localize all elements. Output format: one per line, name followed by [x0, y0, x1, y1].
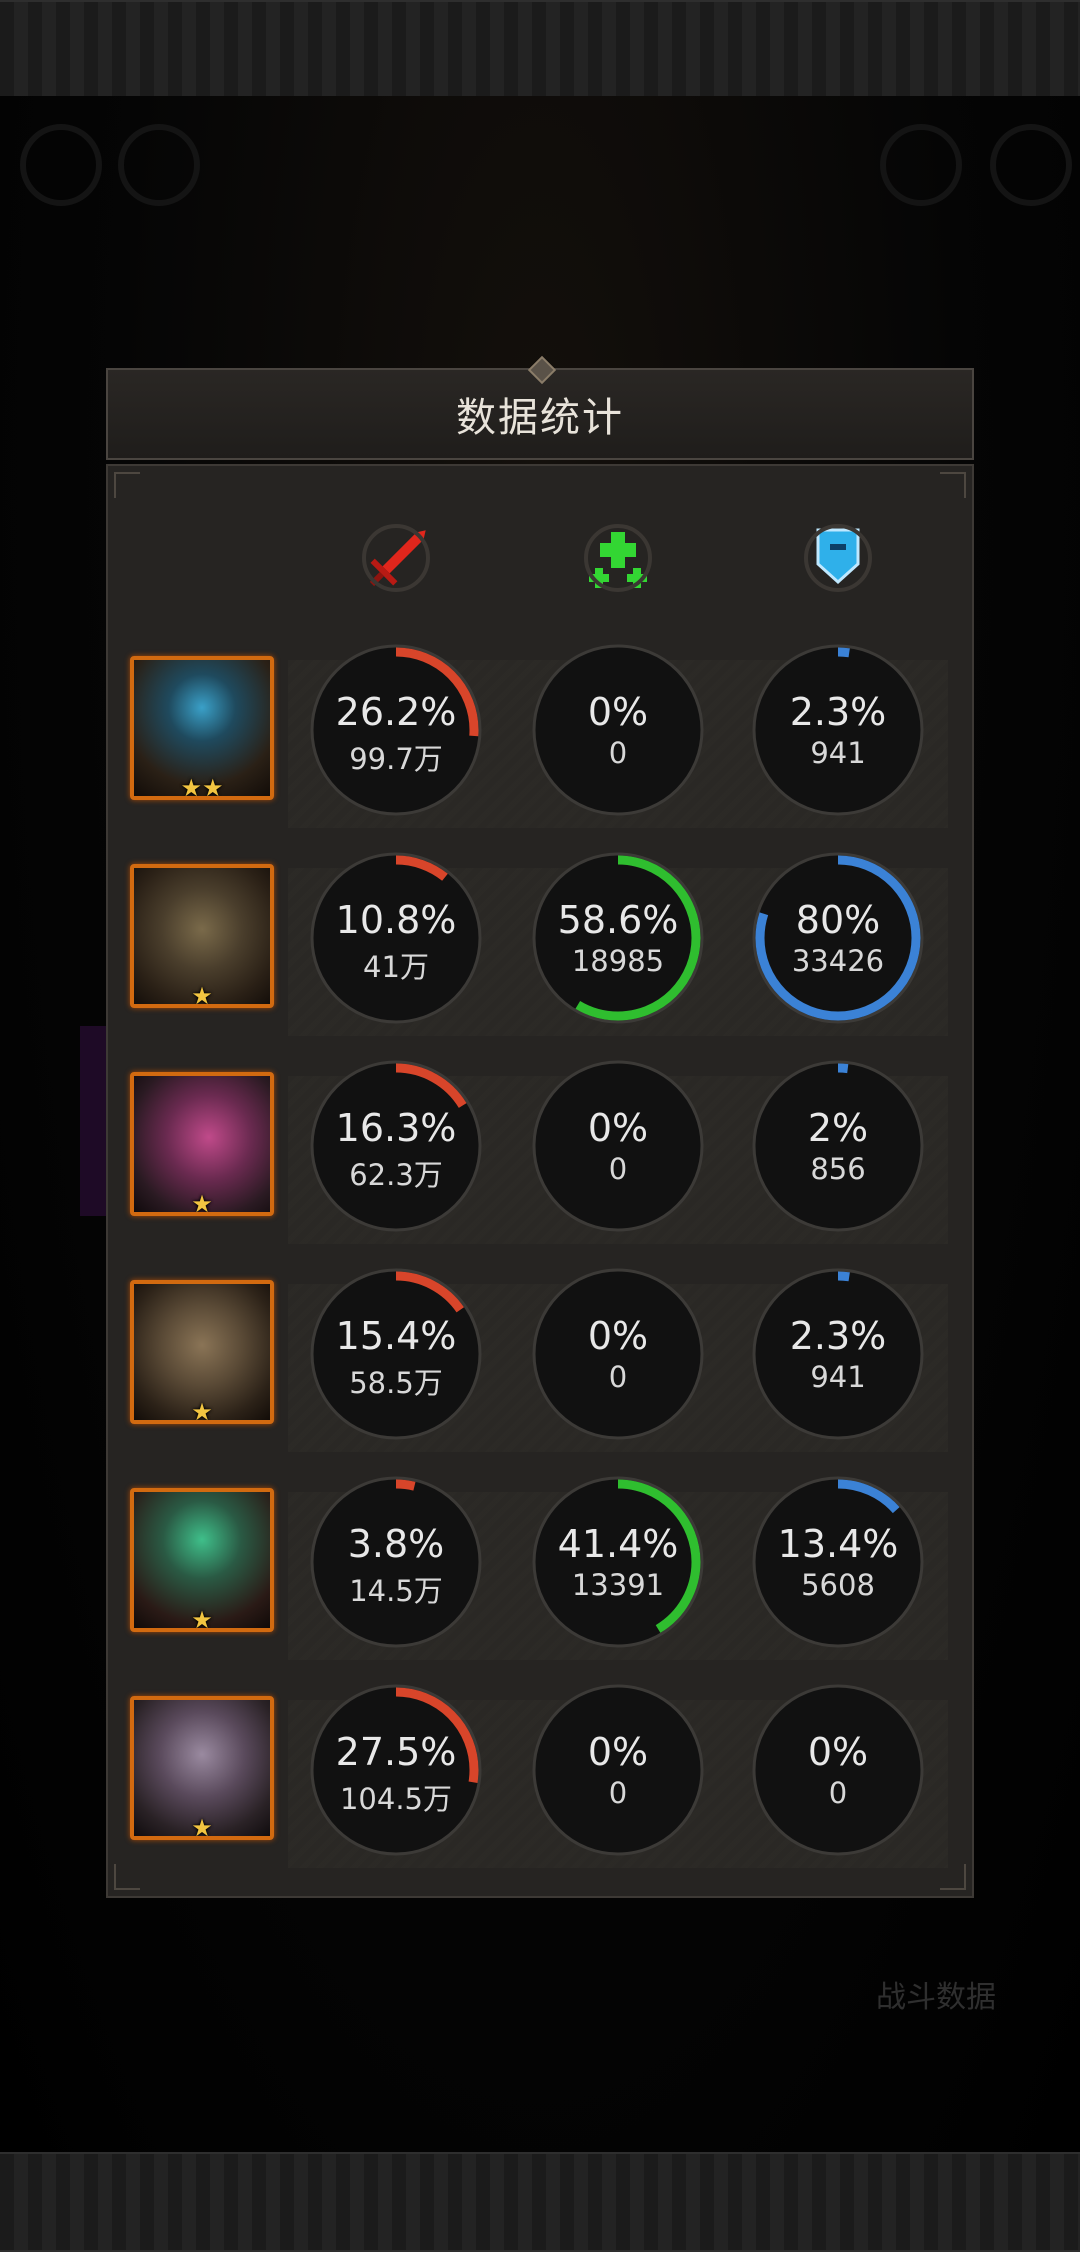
battle-data-label: 战斗数据 [876, 1980, 996, 2015]
defense-shield-icon [790, 518, 886, 602]
heal-stat-ring: 58.6% 18985 [530, 850, 706, 1026]
damage-percent: 10.8% [335, 898, 457, 942]
tank-stat-ring: 2% 856 [750, 1058, 926, 1234]
hero-stat-row: ★ 16.3% 62.3万 0% 0 2% 856 [0, 1060, 1080, 1252]
heal-percent: 0% [587, 690, 649, 734]
hero-portrait[interactable]: ★ [130, 1280, 274, 1424]
tank-value: 856 [810, 1152, 866, 1186]
damage-value: 14.5万 [349, 1574, 443, 1608]
heal-percent: 0% [587, 1106, 649, 1150]
damage-stat-ring: 10.8% 41万 [308, 850, 484, 1026]
damage-stat-ring: 27.5% 104.5万 [308, 1682, 484, 1858]
heal-stat-ring: 0% 0 [530, 642, 706, 818]
damage-value: 62.3万 [349, 1158, 443, 1192]
hero-stat-row: ★★ 26.2% 99.7万 0% 0 2.3% 941 [0, 644, 1080, 836]
hero-portrait[interactable]: ★ [130, 1696, 274, 1840]
bg-button-3 [880, 124, 962, 206]
tank-value: 0 [828, 1776, 848, 1810]
tank-stat-ring: 13.4% 5608 [750, 1474, 926, 1650]
tank-stat-ring: 2.3% 941 [750, 1266, 926, 1442]
tank-percent: 2% [807, 1106, 869, 1150]
damage-percent: 3.8% [347, 1522, 445, 1566]
hero-portrait[interactable]: ★ [130, 864, 274, 1008]
hero-portrait[interactable]: ★ [130, 1072, 274, 1216]
tank-percent: 80% [795, 898, 881, 942]
hero-star-rating: ★ [191, 982, 213, 1008]
panel-header: 数据统计 [106, 355, 974, 460]
corner-ornament [940, 472, 966, 498]
damage-stat-ring: 3.8% 14.5万 [308, 1474, 484, 1650]
tank-stat-ring: 80% 33426 [750, 850, 926, 1026]
hero-star-rating: ★ [191, 1814, 213, 1840]
heal-value: 0 [608, 736, 628, 770]
damage-value: 58.5万 [349, 1366, 443, 1400]
damage-percent: 15.4% [335, 1314, 457, 1358]
damage-stat-ring: 15.4% 58.5万 [308, 1266, 484, 1442]
hero-portrait[interactable]: ★★ [130, 656, 274, 800]
tank-value: 941 [810, 736, 866, 770]
damage-value: 99.7万 [349, 742, 443, 776]
tank-stat-ring: 0% 0 [750, 1682, 926, 1858]
corner-ornament [114, 472, 140, 498]
heal-value: 18985 [571, 944, 665, 978]
heal-stat-ring: 0% 0 [530, 1682, 706, 1858]
healing-cross-icon [570, 518, 666, 602]
heal-stat-ring: 0% 0 [530, 1266, 706, 1442]
damage-percent: 27.5% [335, 1730, 457, 1774]
top-frame-border [0, 0, 1080, 100]
bg-button-2 [118, 124, 200, 206]
hero-stat-row: ★ 15.4% 58.5万 0% 0 2.3% 941 [0, 1268, 1080, 1460]
bg-button-4 [990, 124, 1072, 206]
tank-value: 5608 [801, 1568, 875, 1602]
tank-value: 33426 [791, 944, 885, 978]
heal-percent: 0% [587, 1314, 649, 1358]
tank-percent: 2.3% [789, 690, 887, 734]
heal-stat-ring: 41.4% 13391 [530, 1474, 706, 1650]
bg-button-1 [20, 124, 102, 206]
heal-value: 0 [608, 1152, 628, 1186]
heal-value: 13391 [571, 1568, 665, 1602]
damage-stat-ring: 16.3% 62.3万 [308, 1058, 484, 1234]
hero-star-rating: ★ [191, 1606, 213, 1632]
tank-value: 941 [810, 1360, 866, 1394]
panel-title: 数据统计 [456, 395, 624, 441]
tank-percent: 0% [807, 1730, 869, 1774]
hero-stat-row: ★ 10.8% 41万 58.6% 18985 80% 33426 [0, 852, 1080, 1044]
heal-value: 0 [608, 1360, 628, 1394]
heal-percent: 58.6% [557, 898, 679, 942]
heal-percent: 41.4% [557, 1522, 679, 1566]
tank-stat-ring: 2.3% 941 [750, 642, 926, 818]
damage-value: 104.5万 [339, 1782, 453, 1816]
hero-stat-row: ★ 27.5% 104.5万 0% 0 0% 0 [0, 1684, 1080, 1876]
damage-percent: 26.2% [335, 690, 457, 734]
heal-percent: 0% [587, 1730, 649, 1774]
hero-stat-row: ★ 3.8% 14.5万 41.4% 13391 13.4% 5608 [0, 1476, 1080, 1668]
tank-percent: 13.4% [777, 1522, 899, 1566]
hero-portrait[interactable]: ★ [130, 1488, 274, 1632]
hero-star-rating: ★ [191, 1190, 213, 1216]
heal-value: 0 [608, 1776, 628, 1810]
hero-star-rating: ★ [191, 1398, 213, 1424]
damage-sword-icon [348, 518, 444, 602]
damage-percent: 16.3% [335, 1106, 457, 1150]
damage-stat-ring: 26.2% 99.7万 [308, 642, 484, 818]
hero-star-rating: ★★ [180, 774, 224, 800]
damage-value: 41万 [363, 950, 429, 984]
tank-percent: 2.3% [789, 1314, 887, 1358]
heal-stat-ring: 0% 0 [530, 1058, 706, 1234]
bottom-frame-border [0, 2152, 1080, 2252]
